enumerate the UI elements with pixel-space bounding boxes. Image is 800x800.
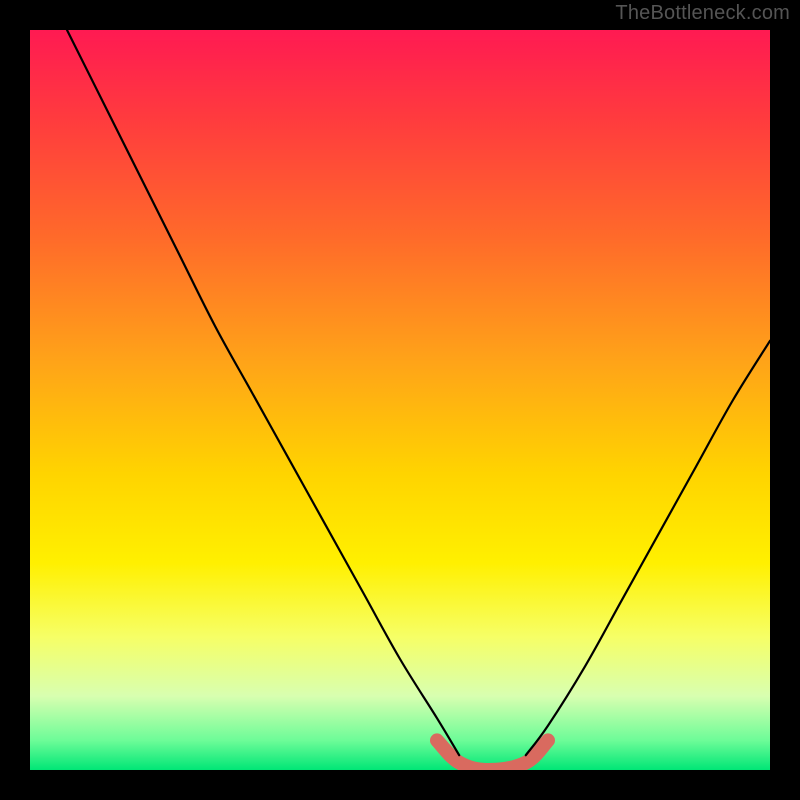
bottleneck-curve-right	[526, 341, 770, 755]
chart-stage: TheBottleneck.com	[0, 0, 800, 800]
watermark-link[interactable]: TheBottleneck.com	[615, 2, 790, 25]
bottleneck-curve-left	[67, 30, 459, 755]
curve-layer	[30, 30, 770, 770]
plot-area	[30, 30, 770, 770]
